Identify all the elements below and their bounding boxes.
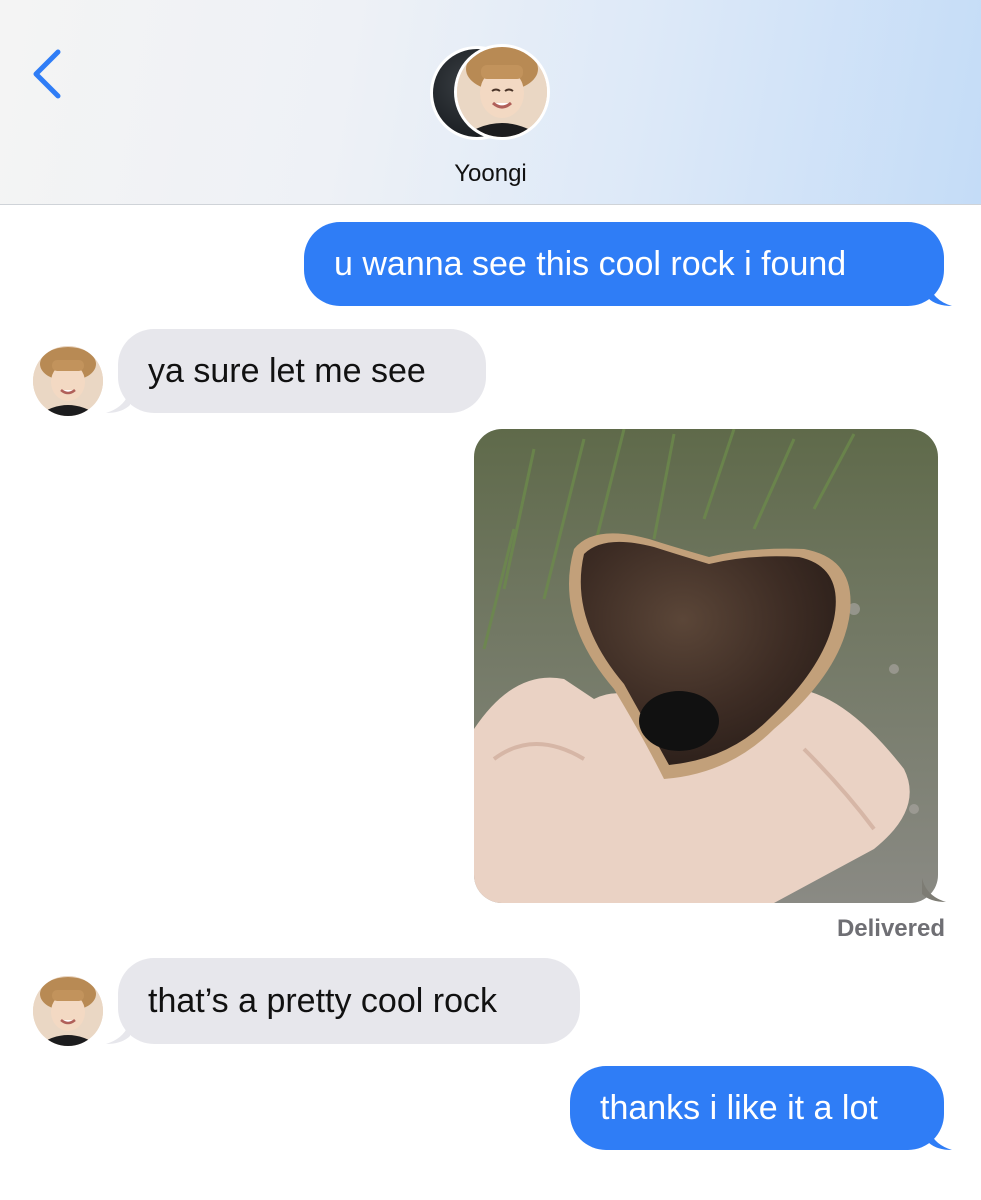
conversation-header: Yoongi — [0, 0, 981, 205]
message-bubble-received[interactable]: that’s a pretty cool rock — [118, 958, 580, 1044]
message-bubble-sent[interactable]: u wanna see this cool rock i found — [304, 222, 944, 306]
bubble-tail — [106, 389, 130, 413]
bubble-tail — [106, 1020, 130, 1044]
back-button[interactable] — [28, 44, 72, 104]
chevron-left-icon — [33, 49, 61, 99]
contact-name[interactable]: Yoongi — [0, 160, 981, 188]
bubble-tail — [922, 878, 946, 902]
bubble-tail — [928, 1126, 952, 1150]
contact-avatar-primary — [454, 44, 550, 140]
rock-photo-image — [474, 429, 938, 903]
delivery-status: Delivered — [836, 915, 945, 942]
bubble-tail — [928, 282, 952, 306]
message-photo[interactable] — [474, 429, 938, 903]
sender-avatar[interactable] — [33, 976, 103, 1046]
message-text: that’s a pretty cool rock — [148, 982, 497, 1020]
message-text: thanks i like it a lot — [600, 1089, 878, 1127]
message-text: u wanna see this cool rock i found — [334, 245, 847, 283]
message-bubble-sent[interactable]: thanks i like it a lot — [570, 1066, 944, 1150]
sender-avatar[interactable] — [33, 346, 103, 416]
message-text: ya sure let me see — [148, 352, 426, 390]
contact-avatar[interactable] — [430, 44, 552, 144]
message-bubble-received[interactable]: ya sure let me see — [118, 329, 486, 413]
